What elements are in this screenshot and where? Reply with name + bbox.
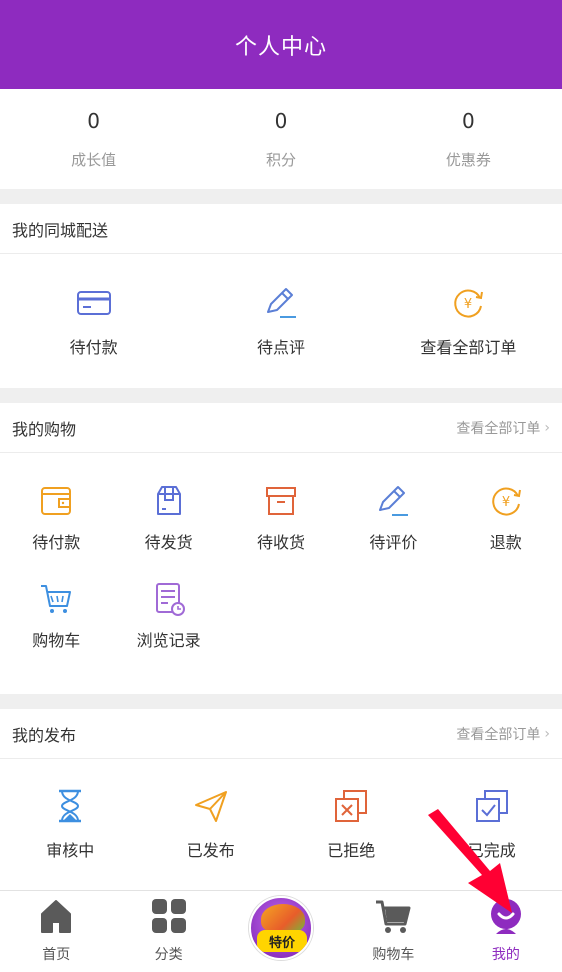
shopping-refund[interactable]: ¥ 退款 [450, 482, 562, 580]
section-title: 我的购物 [12, 419, 77, 439]
stat-value: 0 [274, 109, 288, 133]
item-label: 退款 [489, 533, 522, 552]
shopping-card: 我的购物 查看全部订单 › 待付款 待发货 待收货 待评价 ¥ 退款 购物车 浏… [0, 403, 562, 694]
stats-row: 0 成长值 0 积分 0 优惠券 [0, 89, 562, 189]
divider [0, 694, 562, 709]
shopping-pending-payment[interactable]: 待付款 [0, 482, 112, 580]
page-title: 个人中心 [234, 34, 327, 60]
publish-under-review[interactable]: 审核中 [0, 759, 141, 891]
svg-text:¥: ¥ [502, 495, 510, 510]
tab-special-offer[interactable]: 特价 [225, 891, 337, 972]
grid-icon [149, 896, 189, 940]
tab-category[interactable]: 分类 [112, 891, 224, 972]
card-header: 我的同城配送 [0, 204, 562, 254]
item-label: 待点评 [256, 338, 305, 357]
history-icon [150, 580, 188, 618]
hourglass-icon [51, 787, 89, 825]
stat-value: 0 [461, 109, 475, 133]
publish-grid: 审核中 已发布 已拒绝 已完成 [0, 759, 562, 891]
stat-points[interactable]: 0 积分 [187, 89, 374, 189]
bottom-tab-bar: 首页 分类 特价 购物车 我的 [0, 890, 562, 972]
cart-icon [373, 896, 413, 940]
item-label: 待付款 [69, 338, 118, 357]
shopping-cart[interactable]: 购物车 [0, 580, 112, 678]
divider [0, 388, 562, 403]
wallet-icon [37, 482, 75, 520]
item-label: 已拒绝 [327, 841, 376, 860]
yen-refresh-icon: ¥ [449, 284, 487, 322]
chevron-right-icon: › [544, 725, 550, 742]
publish-published[interactable]: 已发布 [141, 759, 282, 891]
divider [0, 189, 562, 204]
cart-icon [37, 580, 75, 618]
card-header: 我的发布 查看全部订单 › [0, 709, 562, 759]
item-label: 待评价 [369, 533, 418, 552]
page: 个人中心 0 成长值 0 积分 0 优惠券 我的同城配送 待付款 待点评 ¥ 查… [0, 0, 562, 972]
delivery-grid: 待付款 待点评 ¥ 查看全部订单 [0, 254, 562, 388]
shopping-pending-review[interactable]: 待评价 [337, 482, 449, 580]
item-label: 购物车 [32, 631, 81, 650]
shopping-pending-receipt[interactable]: 待收货 [225, 482, 337, 580]
publish-rejected[interactable]: 已拒绝 [281, 759, 422, 891]
chevron-right-icon: › [544, 419, 550, 436]
section-title: 我的发布 [12, 725, 77, 745]
pen-icon [374, 482, 412, 520]
tab-home[interactable]: 首页 [0, 891, 112, 972]
box-icon [262, 482, 300, 520]
item-label: 待发货 [144, 533, 193, 552]
tab-label: 购物车 [372, 947, 415, 963]
publish-card: 我的发布 查看全部订单 › 审核中 已发布 已拒绝 已完成 [0, 709, 562, 891]
special-offer-icon: 特价 [249, 896, 314, 960]
delivery-pending-payment[interactable]: 待付款 [0, 254, 187, 388]
shopping-pending-shipment[interactable]: 待发货 [112, 482, 224, 580]
link-label: 查看全部订单 [456, 726, 541, 743]
stat-label: 成长值 [71, 151, 117, 169]
yen-refresh-icon: ¥ [487, 482, 525, 520]
link-label: 查看全部订单 [456, 420, 541, 437]
profile-icon [486, 896, 526, 940]
item-label: 已完成 [467, 841, 516, 860]
card-icon [75, 284, 113, 322]
item-label: 待付款 [32, 533, 81, 552]
tab-profile[interactable]: 我的 [450, 891, 562, 972]
stat-label: 优惠券 [445, 151, 491, 169]
item-label: 待收货 [256, 533, 305, 552]
delivery-card: 我的同城配送 待付款 待点评 ¥ 查看全部订单 [0, 204, 562, 388]
completed-icon [473, 787, 511, 825]
tab-cart[interactable]: 购物车 [337, 891, 449, 972]
section-title: 我的同城配送 [12, 220, 109, 240]
svg-text:¥: ¥ [464, 297, 472, 312]
pen-icon [262, 284, 300, 322]
special-offer-badge: 特价 [257, 930, 308, 952]
package-icon [150, 482, 188, 520]
stat-coupons[interactable]: 0 优惠券 [375, 89, 562, 189]
stat-label: 积分 [265, 151, 296, 169]
delivery-all-orders[interactable]: ¥ 查看全部订单 [375, 254, 562, 388]
card-header: 我的购物 查看全部订单 › [0, 403, 562, 453]
tab-label: 分类 [154, 947, 183, 963]
publish-completed[interactable]: 已完成 [422, 759, 562, 891]
paper-plane-icon [192, 787, 230, 825]
item-label: 审核中 [46, 841, 95, 860]
item-label: 查看全部订单 [420, 338, 517, 357]
stat-value: 0 [87, 109, 101, 133]
tab-label: 我的 [491, 947, 520, 963]
item-label: 浏览记录 [136, 631, 201, 650]
shopping-grid: 待付款 待发货 待收货 待评价 ¥ 退款 购物车 浏览记录 [0, 453, 562, 694]
header-bar: 个人中心 [0, 0, 562, 89]
view-all-orders-link[interactable]: 查看全部订单 › [456, 724, 550, 744]
shopping-browse-history[interactable]: 浏览记录 [112, 580, 224, 678]
rejected-icon [332, 787, 370, 825]
tab-label: 首页 [42, 947, 71, 963]
delivery-pending-review[interactable]: 待点评 [187, 254, 374, 388]
home-icon [36, 896, 76, 940]
stat-growth[interactable]: 0 成长值 [0, 89, 187, 189]
item-label: 已发布 [186, 841, 235, 860]
view-all-orders-link[interactable]: 查看全部订单 › [456, 418, 550, 438]
